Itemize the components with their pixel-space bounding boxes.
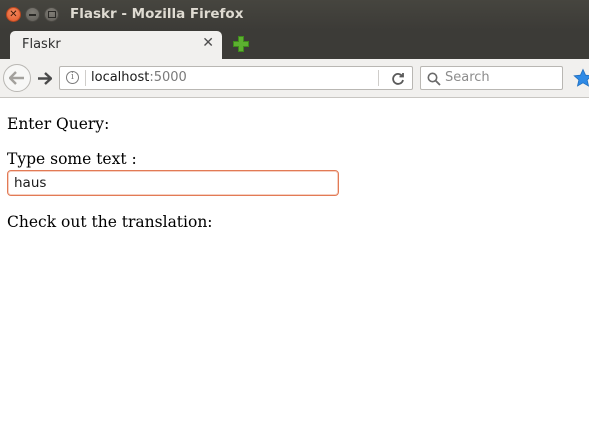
- reload-icon[interactable]: [389, 70, 406, 87]
- search-bar[interactable]: Search: [420, 66, 563, 90]
- bookmark-star-icon[interactable]: [573, 68, 589, 88]
- url-port: :5000: [149, 70, 187, 85]
- site-info-icon[interactable]: i: [66, 71, 79, 84]
- tab-flaskr[interactable]: Flaskr ✕: [10, 31, 222, 59]
- page-content: Enter Query: Type some text : Check out …: [0, 98, 589, 443]
- search-icon: [427, 71, 441, 86]
- new-tab-plus-icon[interactable]: [232, 35, 250, 53]
- window-close-icon[interactable]: ✕: [6, 7, 21, 22]
- back-arrow-icon[interactable]: [3, 64, 31, 92]
- text-input-field[interactable]: [7, 170, 339, 196]
- search-placeholder: Search: [445, 70, 490, 85]
- url-bar[interactable]: i localhost:5000: [59, 66, 413, 90]
- navigation-toolbar: i localhost:5000 Search: [0, 59, 589, 98]
- tab-title: Flaskr: [22, 37, 61, 52]
- forward-arrow-icon[interactable]: [34, 68, 54, 88]
- window-title: Flaskr - Mozilla Firefox: [70, 6, 244, 22]
- window-minimize-icon[interactable]: [25, 7, 40, 22]
- window-title-bar: ✕ Flaskr - Mozilla Firefox: [0, 0, 589, 30]
- url-divider-right: [378, 70, 379, 86]
- url-host: localhost: [91, 70, 150, 85]
- url-divider: [85, 70, 86, 86]
- enter-query-heading: Enter Query:: [7, 115, 110, 133]
- tab-strip: Flaskr ✕: [0, 30, 589, 59]
- tab-close-icon[interactable]: ✕: [202, 35, 214, 51]
- window-maximize-icon[interactable]: [44, 7, 59, 22]
- translation-heading: Check out the translation:: [7, 213, 213, 231]
- text-input-label: Type some text :: [7, 150, 137, 168]
- url-text[interactable]: localhost:5000: [91, 70, 187, 85]
